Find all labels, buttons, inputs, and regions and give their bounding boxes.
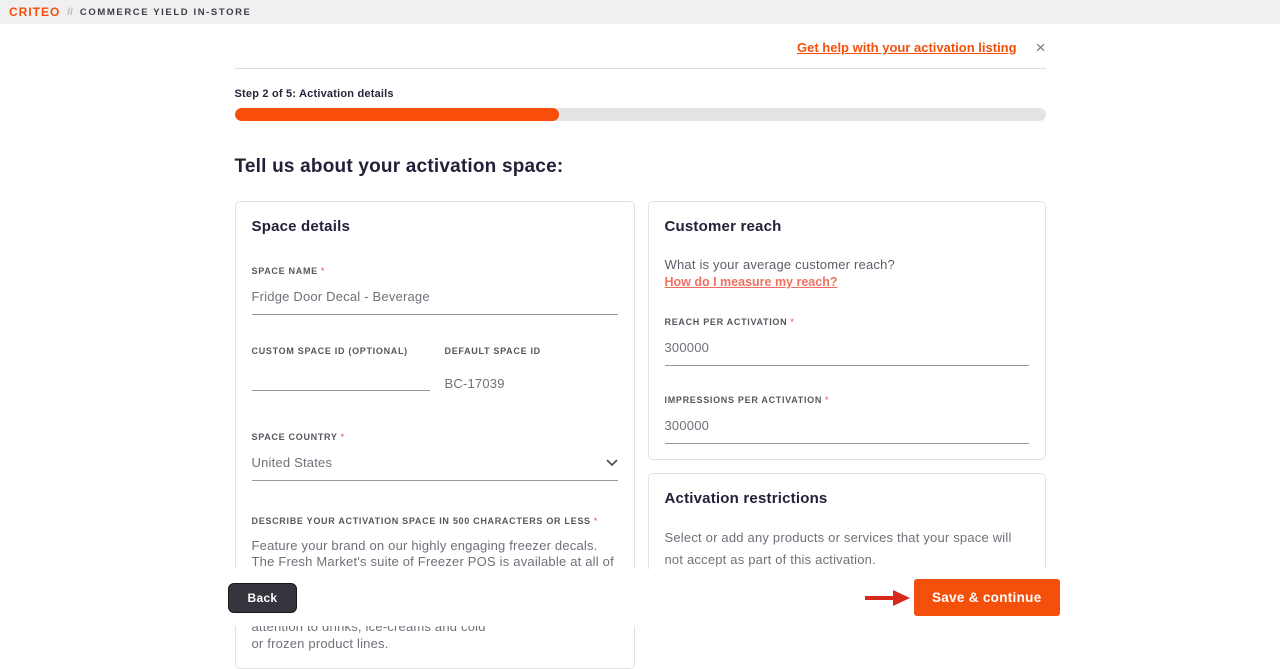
reach-per-activation-input[interactable]: 300000 (665, 337, 1029, 366)
reach-question: What is your average customer reach? (665, 257, 1029, 272)
customer-reach-title: Customer reach (665, 218, 1029, 235)
space-country-label: SPACE COUNTRY (252, 432, 338, 442)
space-name-input[interactable]: Fridge Door Decal - Beverage (252, 286, 618, 315)
progress-bar-fill (235, 108, 559, 121)
required-asterisk: * (790, 317, 794, 327)
impressions-per-activation-field: IMPRESSIONS PER ACTIVATION* 300000 (665, 390, 1029, 444)
description-label: DESCRIBE YOUR ACTIVATION SPACE IN 500 CH… (252, 516, 591, 526)
default-space-id-value: BC-17039 (445, 373, 618, 401)
space-country-field: SPACE COUNTRY* United States (252, 427, 618, 481)
chevron-down-icon (606, 455, 618, 470)
annotation-arrow-icon (864, 588, 911, 608)
custom-space-id-input[interactable] (252, 373, 430, 391)
required-asterisk: * (594, 516, 598, 526)
save-continue-button[interactable]: Save & continue (914, 579, 1060, 616)
space-country-value: United States (252, 455, 333, 470)
customer-reach-card: Customer reach What is your average cust… (648, 201, 1046, 460)
reach-per-activation-label: REACH PER ACTIVATION (665, 317, 788, 327)
back-button[interactable]: Back (228, 583, 298, 613)
default-space-id-label: DEFAULT SPACE ID (445, 346, 541, 356)
help-row: Get help with your activation listing × (235, 24, 1046, 69)
right-column: Customer reach What is your average cust… (648, 201, 1046, 623)
measure-reach-link[interactable]: How do I measure my reach? (665, 275, 838, 289)
space-id-row: CUSTOM SPACE ID (OPTIONAL) DEFAULT SPACE… (252, 341, 618, 401)
space-name-label: SPACE NAME (252, 266, 318, 276)
footer-bar: Back Save & continue (0, 569, 1280, 626)
space-details-title: Space details (252, 218, 618, 235)
close-icon[interactable]: × (1036, 42, 1046, 54)
required-asterisk: * (341, 432, 345, 442)
reach-per-activation-field: REACH PER ACTIVATION* 300000 (665, 312, 1029, 366)
logo-separator: // (67, 7, 73, 18)
space-name-field: SPACE NAME* Fridge Door Decal - Beverage (252, 261, 618, 315)
impressions-per-activation-input[interactable]: 300000 (665, 415, 1029, 444)
custom-space-id-field: CUSTOM SPACE ID (OPTIONAL) (252, 341, 430, 401)
page-title: Tell us about your activation space: (235, 156, 1046, 178)
criteo-logo: CRITEO (9, 5, 60, 19)
custom-space-id-label: CUSTOM SPACE ID (OPTIONAL) (252, 346, 408, 356)
required-asterisk: * (321, 266, 325, 276)
impressions-per-activation-label: IMPRESSIONS PER ACTIVATION (665, 395, 823, 405)
required-asterisk: * (825, 395, 829, 405)
top-bar: CRITEO // COMMERCE YIELD IN-STORE (0, 0, 1280, 24)
step-label: Step 2 of 5: Activation details (235, 88, 1046, 100)
get-help-link[interactable]: Get help with your activation listing (797, 40, 1017, 55)
space-country-select[interactable]: United States (252, 452, 618, 481)
activation-restrictions-title: Activation restrictions (665, 490, 1029, 507)
progress-bar-track (235, 108, 1046, 121)
default-space-id-field: DEFAULT SPACE ID BC-17039 (445, 341, 618, 401)
product-name: COMMERCE YIELD IN-STORE (80, 7, 252, 18)
activation-restrictions-description: Select or add any products or services t… (665, 527, 1029, 571)
save-area: Save & continue (864, 579, 1060, 616)
